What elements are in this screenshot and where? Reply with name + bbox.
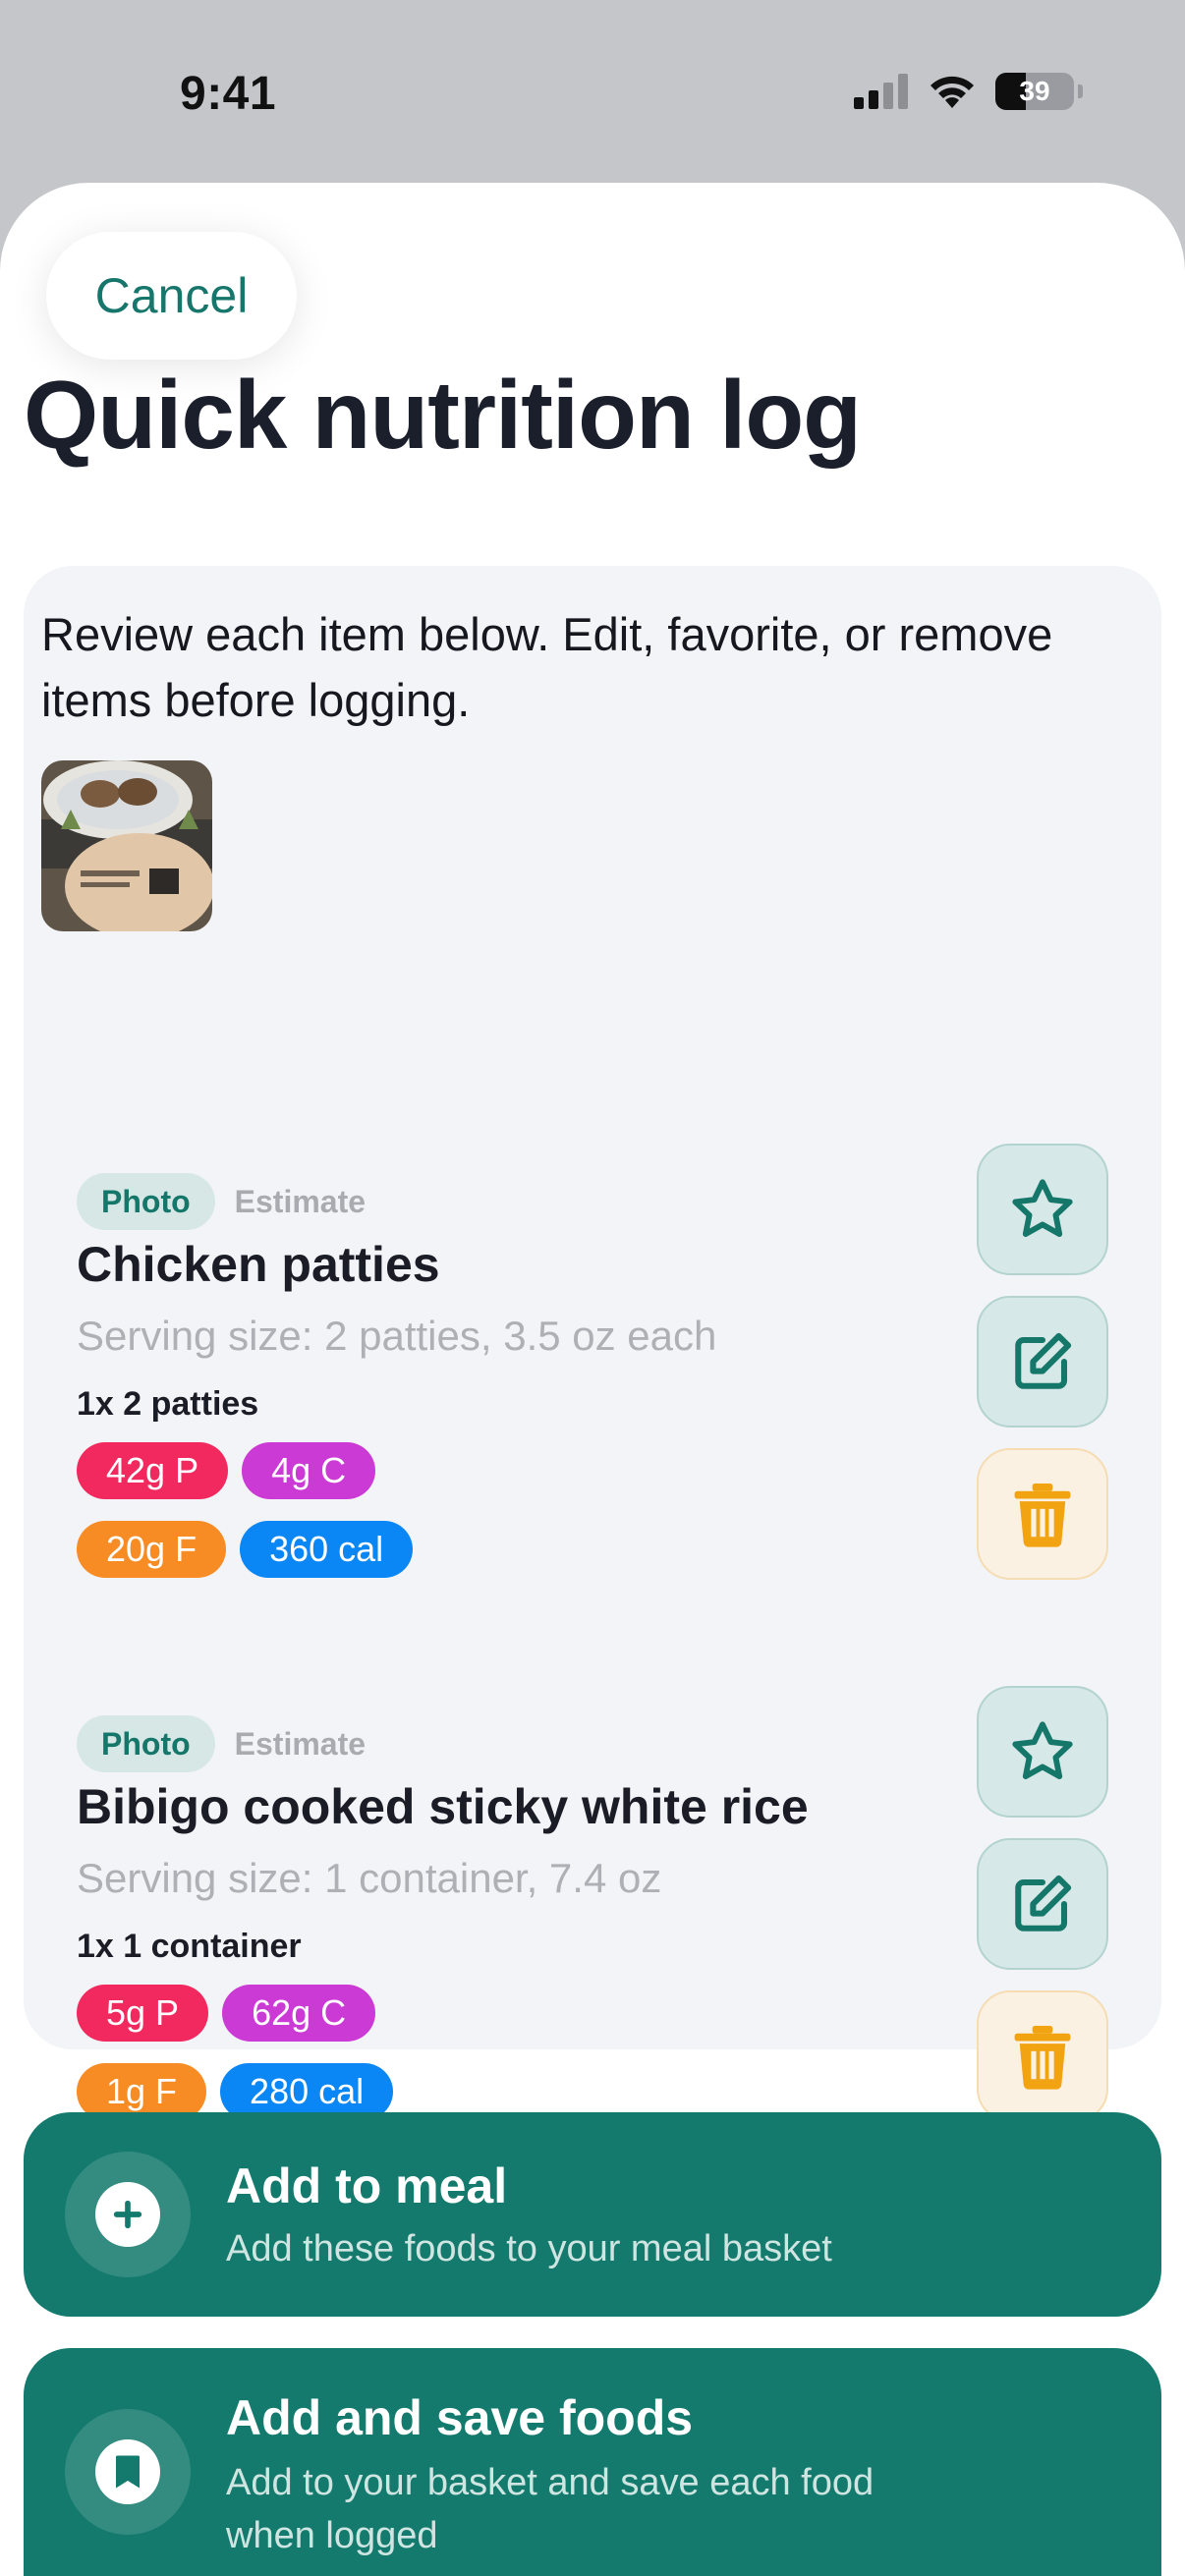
food-tags: Photo Estimate [77,1715,366,1772]
add-and-save-title: Add and save foods [226,2390,694,2445]
food-name: Chicken patties [77,1237,440,1292]
battery-percent: 39 [1019,76,1050,106]
food-quantity: 1x 2 patties [77,1385,259,1423]
add-icon-circle [65,2152,191,2277]
source-badge: Photo [77,1173,215,1230]
status-icons: 39 [854,73,1083,110]
page-title: Quick nutrition log [24,361,862,469]
save-icon-circle [65,2409,191,2535]
edit-icon [1015,1875,1072,1932]
macro-pills: 42g P 4g C 20g F 360 cal [77,1442,666,1599]
estimate-label: Estimate [234,1183,367,1219]
review-card: Review each item below. Edit, favorite, … [24,566,1161,2122]
plus-icon [113,2200,142,2229]
serving-size: Serving size: 1 container, 7.4 oz [77,1855,662,1901]
signal-icon [854,74,908,109]
add-and-save-subtitle: Add to your basket and save each food wh… [226,2462,875,2556]
food-tags: Photo Estimate [77,1173,366,1230]
add-and-save-button[interactable]: Add and save foods Add to your basket an… [24,2348,1161,2576]
serving-size: Serving size: 2 patties, 3.5 oz each [77,1313,717,1359]
review-instructions: Review each item below. Edit, favorite, … [41,608,1053,726]
modal-sheet: Cancel Quick nutrition log Review each i… [0,183,1185,2576]
delete-button[interactable] [977,1990,1108,2122]
status-bar: 9:41 39 [0,0,1185,187]
battery-icon: 39 [995,73,1074,110]
trash-icon [1014,1484,1071,1547]
food-item: Photo Estimate Chicken patties Serving s… [24,1144,1161,1645]
meal-photo-thumbnail[interactable] [41,760,212,931]
favorite-button[interactable] [977,1144,1108,1275]
battery-nub [1078,84,1083,98]
status-time: 9:41 [180,68,277,120]
wifi-icon [931,76,974,108]
food-name: Bibigo cooked sticky white rice [77,1779,809,1834]
star-icon [1012,1721,1073,1779]
bookmark-icon [116,2455,140,2489]
edit-icon [1015,1332,1072,1389]
add-to-meal-button[interactable]: Add to meal Add these foods to your meal… [24,2112,1161,2317]
carbs-pill: 4g C [242,1442,376,1499]
edit-button[interactable] [977,1838,1108,1970]
food-quantity: 1x 1 container [77,1928,302,1965]
star-icon [1012,1179,1073,1237]
cancel-button[interactable]: Cancel [46,232,297,360]
protein-pill: 42g P [77,1442,229,1499]
estimate-label: Estimate [234,1725,367,1762]
trash-icon [1014,2026,1071,2090]
favorite-button[interactable] [977,1686,1108,1818]
carbs-pill: 62g C [222,1985,376,2042]
protein-pill: 5g P [77,1985,209,2042]
add-to-meal-subtitle: Add these foods to your meal basket [226,2228,832,2269]
source-badge: Photo [77,1715,215,1772]
add-to-meal-title: Add to meal [226,2158,508,2213]
edit-button[interactable] [977,1296,1108,1428]
delete-button[interactable] [977,1448,1108,1580]
fat-pill: 20g F [77,1521,227,1578]
calories-pill: 360 cal [240,1521,414,1578]
